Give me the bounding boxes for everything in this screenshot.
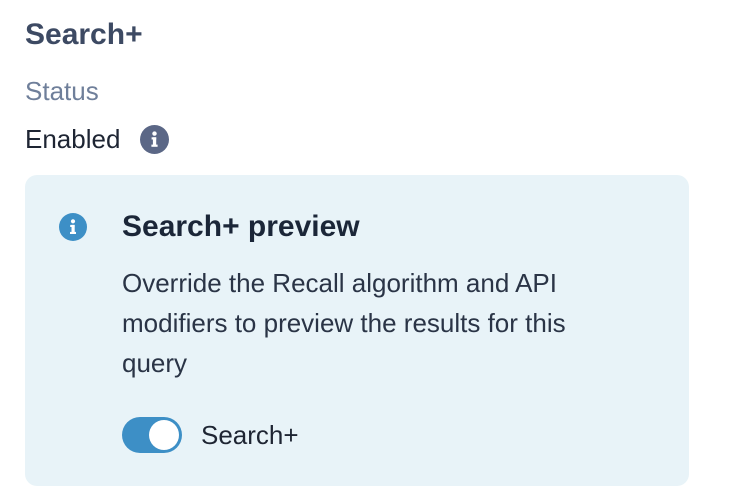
status-label: Status	[25, 76, 99, 106]
callout-description: Override the Recall algorithm and API mo…	[122, 268, 566, 378]
section-title: Search+	[25, 18, 143, 51]
search-plus-toggle[interactable]	[122, 417, 182, 453]
toggle-knob	[149, 420, 179, 450]
callout-title: Search+ preview	[122, 210, 360, 243]
status-value: Enabled	[25, 124, 121, 154]
info-icon[interactable]	[140, 124, 170, 154]
toggle-label: Search+	[201, 420, 299, 450]
info-icon	[59, 213, 87, 241]
status-row: Enabled	[25, 122, 170, 156]
search-plus-toggle-row: Search+	[122, 416, 299, 454]
search-plus-panel: Search+ Status Enabled Search+ preview O…	[0, 0, 735, 502]
search-plus-preview-callout: Search+ preview Override the Recall algo…	[25, 175, 689, 486]
